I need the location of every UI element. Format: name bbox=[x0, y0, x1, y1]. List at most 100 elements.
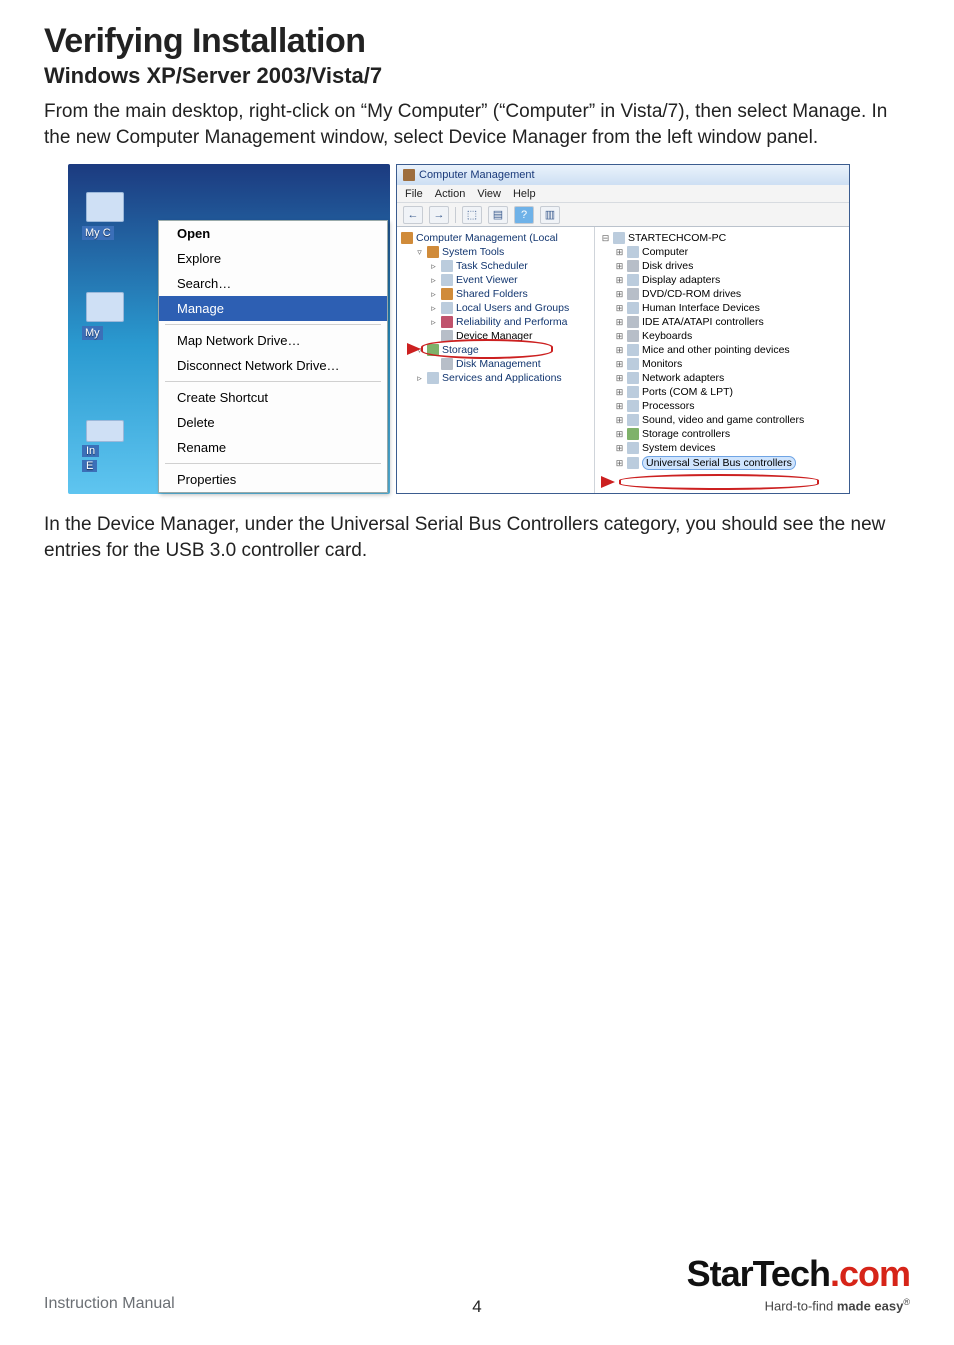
network-icon bbox=[627, 372, 639, 384]
device-dvd-cd[interactable]: ⊞DVD/CD-ROM drives bbox=[601, 287, 845, 301]
tree-shared-folders[interactable]: ▹Shared Folders bbox=[401, 287, 594, 301]
my-computer-context-menu-figure: My C My In E Open Explore Search… Manage… bbox=[68, 164, 390, 494]
device-processors[interactable]: ⊞Processors bbox=[601, 399, 845, 413]
tree-services[interactable]: ▹Services and Applications bbox=[401, 371, 594, 385]
toolbar-help-button[interactable]: ? bbox=[514, 206, 534, 224]
device-root[interactable]: ⊟STARTECHCOM-PC bbox=[601, 231, 845, 245]
tree-root[interactable]: Computer Management (Local bbox=[401, 231, 594, 245]
toolbar: ← → ⬚ ▤ ? ▥ bbox=[397, 203, 849, 227]
tree-reliability[interactable]: ▹Reliability and Performa bbox=[401, 315, 594, 329]
device-manager-highlight-circle bbox=[421, 339, 553, 359]
computer-management-icon bbox=[401, 232, 413, 244]
dvd-icon bbox=[627, 288, 639, 300]
logo-text-suffix: .com bbox=[830, 1253, 910, 1294]
menu-action[interactable]: Action bbox=[435, 188, 466, 200]
internet-explorer-icon[interactable] bbox=[86, 420, 124, 442]
sound-icon bbox=[627, 414, 639, 426]
context-menu-map-drive[interactable]: Map Network Drive… bbox=[159, 328, 387, 353]
window-title-text: Computer Management bbox=[419, 169, 535, 181]
keyboard-icon bbox=[627, 330, 639, 342]
monitor-icon bbox=[627, 358, 639, 370]
device-mice[interactable]: ⊞Mice and other pointing devices bbox=[601, 343, 845, 357]
ide-icon bbox=[627, 316, 639, 328]
ie-label-1: In bbox=[82, 445, 99, 457]
context-menu-properties[interactable]: Properties bbox=[159, 467, 387, 492]
toolbar-separator bbox=[455, 207, 456, 223]
menu-view[interactable]: View bbox=[477, 188, 501, 200]
tree-system-tools[interactable]: ▿System Tools bbox=[401, 245, 594, 259]
disk-icon bbox=[627, 260, 639, 272]
device-network[interactable]: ⊞Network adapters bbox=[601, 371, 845, 385]
menu-help[interactable]: Help bbox=[513, 188, 536, 200]
disk-management-icon bbox=[441, 358, 453, 370]
toolbar-back-button[interactable]: ← bbox=[403, 206, 423, 224]
navigation-tree-pane: Computer Management (Local ▿System Tools… bbox=[397, 227, 595, 493]
hid-icon bbox=[627, 302, 639, 314]
my-computer-icon[interactable] bbox=[86, 192, 124, 222]
computer-management-icon bbox=[403, 169, 415, 181]
tree-local-users[interactable]: ▹Local Users and Groups bbox=[401, 301, 594, 315]
device-disk-drives[interactable]: ⊞Disk drives bbox=[601, 259, 845, 273]
device-ports[interactable]: ⊞Ports (COM & LPT) bbox=[601, 385, 845, 399]
device-display-adapters[interactable]: ⊞Display adapters bbox=[601, 273, 845, 287]
processor-icon bbox=[627, 400, 639, 412]
context-menu-separator bbox=[165, 463, 381, 464]
system-dev-icon bbox=[627, 442, 639, 454]
storage-ctl-icon bbox=[627, 428, 639, 440]
tree-task-scheduler[interactable]: ▹Task Scheduler bbox=[401, 259, 594, 273]
context-menu-separator bbox=[165, 324, 381, 325]
ports-icon bbox=[627, 386, 639, 398]
context-menu-create-shortcut[interactable]: Create Shortcut bbox=[159, 385, 387, 410]
outro-paragraph: In the Device Manager, under the Univers… bbox=[44, 512, 910, 563]
computer-management-window: Computer Management File Action View Hel… bbox=[396, 164, 850, 494]
ie-label-2: E bbox=[82, 460, 97, 472]
local-users-icon bbox=[441, 302, 453, 314]
usb-controllers-highlight-circle bbox=[619, 474, 819, 490]
usb-controllers-highlight-arrow bbox=[601, 476, 615, 488]
device-sound[interactable]: ⊞Sound, video and game controllers bbox=[601, 413, 845, 427]
my-network-places-icon[interactable] bbox=[86, 292, 124, 322]
context-menu-explore[interactable]: Explore bbox=[159, 246, 387, 271]
device-keyboards[interactable]: ⊞Keyboards bbox=[601, 329, 845, 343]
device-manager-highlight-arrow bbox=[407, 343, 421, 355]
task-scheduler-icon bbox=[441, 260, 453, 272]
context-menu: Open Explore Search… Manage Map Network … bbox=[158, 220, 388, 493]
toolbar-up-button[interactable]: ⬚ bbox=[462, 206, 482, 224]
tree-event-viewer[interactable]: ▹Event Viewer bbox=[401, 273, 594, 287]
page-subtitle: Windows XP/Server 2003/Vista/7 bbox=[44, 63, 910, 89]
context-menu-manage[interactable]: Manage bbox=[159, 296, 387, 321]
display-icon bbox=[627, 274, 639, 286]
shared-folders-icon bbox=[441, 288, 453, 300]
device-computer[interactable]: ⊞Computer bbox=[601, 245, 845, 259]
mouse-icon bbox=[627, 344, 639, 356]
toolbar-properties-button[interactable]: ▤ bbox=[488, 206, 508, 224]
window-title-bar: Computer Management bbox=[397, 165, 849, 185]
menu-file[interactable]: File bbox=[405, 188, 423, 200]
device-hid[interactable]: ⊞Human Interface Devices bbox=[601, 301, 845, 315]
intro-paragraph: From the main desktop, right-click on “M… bbox=[44, 99, 910, 150]
toolbar-more-button[interactable]: ▥ bbox=[540, 206, 560, 224]
reliability-icon bbox=[441, 316, 453, 328]
computer-icon bbox=[613, 232, 625, 244]
context-menu-rename[interactable]: Rename bbox=[159, 435, 387, 460]
device-monitors[interactable]: ⊞Monitors bbox=[601, 357, 845, 371]
toolbar-forward-button[interactable]: → bbox=[429, 206, 449, 224]
event-viewer-icon bbox=[441, 274, 453, 286]
context-menu-delete[interactable]: Delete bbox=[159, 410, 387, 435]
services-icon bbox=[427, 372, 439, 384]
tree-disk-management[interactable]: Disk Management bbox=[401, 357, 594, 371]
context-menu-open[interactable]: Open bbox=[159, 221, 387, 246]
logo-tagline-b: made easy bbox=[837, 1298, 904, 1313]
device-ide[interactable]: ⊞IDE ATA/ATAPI controllers bbox=[601, 315, 845, 329]
page-title: Verifying Installation bbox=[44, 22, 910, 61]
context-menu-disconnect-drive[interactable]: Disconnect Network Drive… bbox=[159, 353, 387, 378]
device-storage-controllers[interactable]: ⊞Storage controllers bbox=[601, 427, 845, 441]
device-usb-controllers[interactable]: ⊞Universal Serial Bus controllers bbox=[601, 455, 845, 471]
computer-icon bbox=[627, 246, 639, 258]
logo-tagline-a: Hard-to-find bbox=[765, 1298, 837, 1313]
my-computer-label: My C bbox=[82, 226, 114, 240]
screenshot-figure: My C My In E Open Explore Search… Manage… bbox=[68, 164, 910, 494]
footer-label: Instruction Manual bbox=[44, 1295, 175, 1313]
context-menu-search[interactable]: Search… bbox=[159, 271, 387, 296]
device-system-devices[interactable]: ⊞System devices bbox=[601, 441, 845, 455]
